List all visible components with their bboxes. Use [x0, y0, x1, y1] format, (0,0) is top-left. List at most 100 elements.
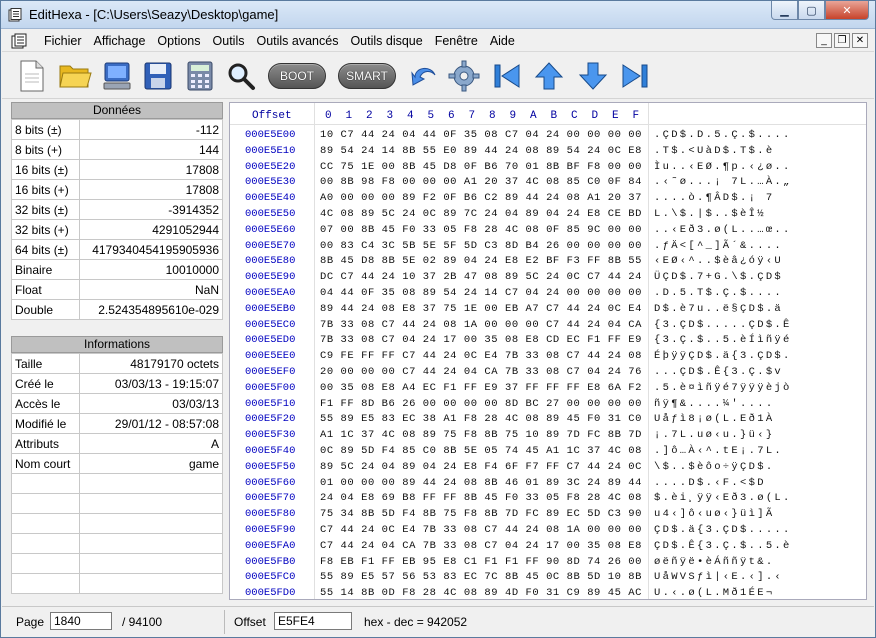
menu-fichier[interactable]: Fichier: [38, 34, 88, 48]
hex-row[interactable]: 000E5E60 07 00 8B 45 F0 33 05 F8 28 4C 08…: [230, 223, 866, 239]
save-button[interactable]: [142, 58, 174, 94]
menu-outils-avances[interactable]: Outils avancés: [250, 34, 344, 48]
row-bytes[interactable]: 24 04 E8 69 B8 FF FF 8B 45 F0 33 05 F8 2…: [320, 492, 642, 504]
row-ascii[interactable]: .‹˜ø...¡ 7L.…À.„: [654, 176, 792, 188]
row-bytes[interactable]: 55 89 E5 57 56 53 83 EC 7C 8B 45 0C 8B 5…: [320, 571, 642, 583]
row-bytes[interactable]: F1 FF 8D B6 26 00 00 00 00 8D BC 27 00 0…: [320, 398, 642, 410]
row-ascii[interactable]: {3.Ç.$..5.èÍìñÿé: [654, 334, 792, 346]
row-bytes[interactable]: 7B 33 08 C7 04 24 17 00 35 08 E8 CD EC F…: [320, 334, 642, 346]
settings-button[interactable]: [446, 58, 482, 94]
row-bytes[interactable]: A1 1C 37 4C 08 89 75 F8 8B 75 10 89 7D F…: [320, 429, 642, 441]
first-page-button[interactable]: [490, 58, 524, 94]
mdi-minimize-button[interactable]: _: [816, 33, 832, 48]
hex-row[interactable]: 000E5F80 75 34 8B 5D F4 8B 75 F8 8B 7D FC…: [230, 507, 866, 523]
hex-row[interactable]: 000E5EB0 89 44 24 08 E8 37 75 1E 00 EB A7…: [230, 302, 866, 318]
row-ascii[interactable]: D$.è7u..ë§ÇD$.ä: [654, 303, 783, 315]
menu-options[interactable]: Options: [151, 34, 206, 48]
row-bytes[interactable]: 00 8B 98 F8 00 00 00 A1 20 37 4C 08 85 C…: [320, 176, 642, 188]
row-bytes[interactable]: 7B 33 08 C7 44 24 08 1A 00 00 00 C7 44 2…: [320, 319, 642, 331]
hex-row[interactable]: 000E5E20 CC 75 1E 00 8B 45 D8 0F B6 70 01…: [230, 160, 866, 176]
hex-row[interactable]: 000E5FD0 55 14 8B 0D F8 28 4C 08 89 4D F0…: [230, 586, 866, 599]
row-ascii[interactable]: U.‹.ø(L.Mð1ÉE¬: [654, 587, 774, 599]
row-ascii[interactable]: UåWVSƒì|‹E.‹].‹: [654, 571, 783, 583]
row-ascii[interactable]: ÇD$.Ê{3.Ç.$..5.è: [654, 540, 792, 552]
menu-affichage[interactable]: Affichage: [88, 34, 152, 48]
undo-button[interactable]: [406, 58, 442, 94]
row-ascii[interactable]: ‹EØ‹^..$èâ¿óÿ‹U: [654, 255, 783, 267]
row-bytes[interactable]: 10 C7 44 24 04 44 0F 35 08 C7 04 24 00 0…: [320, 129, 642, 141]
mdi-close-button[interactable]: ✕: [852, 33, 868, 48]
disk-button[interactable]: [100, 58, 134, 94]
row-bytes[interactable]: 0C 89 5D F4 85 C0 8B 5E 05 74 45 A1 1C 3…: [320, 445, 642, 457]
hex-row[interactable]: 000E5FB0 F8 EB F1 FF EB 95 E8 C1 F1 F1 FF…: [230, 555, 866, 571]
hex-row[interactable]: 000E5E50 4C 08 89 5C 24 0C 89 7C 24 04 89…: [230, 207, 866, 223]
hex-row[interactable]: 000E5F60 01 00 00 00 89 44 24 08 8B 46 01…: [230, 476, 866, 492]
menu-outils[interactable]: Outils: [207, 34, 251, 48]
row-bytes[interactable]: 00 83 C4 3C 5B 5E 5F 5D C3 8D B4 26 00 0…: [320, 240, 642, 252]
new-file-button[interactable]: [16, 58, 48, 94]
row-bytes[interactable]: 89 44 24 08 E8 37 75 1E 00 EB A7 C7 44 2…: [320, 303, 642, 315]
hex-row[interactable]: 000E5F50 89 5C 24 04 89 04 24 E8 F4 6F F7…: [230, 460, 866, 476]
row-ascii[interactable]: Ìu..‹EØ.¶p.‹¿ø..: [654, 161, 792, 173]
row-ascii[interactable]: ....ò.¶ÂD$.¡ 7: [654, 192, 774, 204]
row-ascii[interactable]: ÇD$.ä{3.ÇD$.....: [654, 524, 792, 536]
mdi-restore-button[interactable]: ❐: [834, 33, 850, 48]
row-ascii[interactable]: .ƒÄ<[^_]Ã´&....: [654, 240, 783, 252]
page-input[interactable]: [50, 612, 112, 630]
row-ascii[interactable]: \$..$èôo÷ÿÇD$.: [654, 461, 774, 473]
calculator-button[interactable]: [184, 58, 216, 94]
row-ascii[interactable]: .D.5.T$.Ç.$....: [654, 287, 783, 299]
hex-row[interactable]: 000E5F90 C7 44 24 0C E4 7B 33 08 C7 44 24…: [230, 523, 866, 539]
row-bytes[interactable]: DC C7 44 24 10 37 2B 47 08 89 5C 24 0C C…: [320, 271, 642, 283]
row-bytes[interactable]: 75 34 8B 5D F4 8B 75 F8 8B 7D FC 89 EC 5…: [320, 508, 642, 520]
row-ascii[interactable]: ÜÇD$.7+G.\$.ÇD$: [654, 271, 783, 283]
menu-fenetre[interactable]: Fenêtre: [429, 34, 484, 48]
hex-row[interactable]: 000E5EA0 04 44 0F 35 08 89 54 24 14 C7 04…: [230, 286, 866, 302]
last-page-button[interactable]: [618, 58, 652, 94]
menu-outils-disque[interactable]: Outils disque: [344, 34, 428, 48]
row-bytes[interactable]: 4C 08 89 5C 24 0C 89 7C 24 04 89 04 24 E…: [320, 208, 642, 220]
row-ascii[interactable]: $.èi¸ÿÿ‹Eð3.ø(L.: [654, 492, 792, 504]
hex-row[interactable]: 000E5E70 00 83 C4 3C 5B 5E 5F 5D C3 8D B4…: [230, 239, 866, 255]
row-bytes[interactable]: 20 00 00 00 C7 44 24 04 CA 7B 33 08 C7 0…: [320, 366, 642, 378]
hex-row[interactable]: 000E5E90 DC C7 44 24 10 37 2B 47 08 89 5C…: [230, 270, 866, 286]
row-ascii[interactable]: ..‹Eð3.ø(L..…œ..: [654, 224, 792, 236]
hex-row[interactable]: 000E5E40 A0 00 00 00 89 F2 0F B6 C2 89 44…: [230, 191, 866, 207]
row-ascii[interactable]: ÉþÿÿÇD$.ä{3.ÇD$.: [654, 350, 792, 362]
row-ascii[interactable]: ...ÇD$.Ê{3.Ç.$v: [654, 366, 783, 378]
smart-button[interactable]: SMART: [338, 63, 396, 89]
row-ascii[interactable]: .5.è¤ìñÿé7ÿÿÿèjò: [654, 382, 792, 394]
row-bytes[interactable]: 01 00 00 00 89 44 24 08 8B 46 01 89 3C 2…: [320, 477, 642, 489]
row-bytes[interactable]: A0 00 00 00 89 F2 0F B6 C2 89 44 24 08 A…: [320, 192, 642, 204]
row-bytes[interactable]: 00 35 08 E8 A4 EC F1 FF E9 37 FF FF FF E…: [320, 382, 642, 394]
hex-rows[interactable]: 000E5E00 10 C7 44 24 04 44 0F 35 08 C7 04…: [230, 128, 866, 599]
hex-row[interactable]: 000E5ED0 7B 33 08 C7 04 24 17 00 35 08 E8…: [230, 333, 866, 349]
row-bytes[interactable]: F8 EB F1 FF EB 95 E8 C1 F1 F1 FF 90 8D 7…: [320, 556, 642, 568]
hex-row[interactable]: 000E5F30 A1 1C 37 4C 08 89 75 F8 8B 75 10…: [230, 428, 866, 444]
row-bytes[interactable]: C7 44 24 0C E4 7B 33 08 C7 44 24 08 1A 0…: [320, 524, 642, 536]
row-bytes[interactable]: 07 00 8B 45 F0 33 05 F8 28 4C 08 0F 85 9…: [320, 224, 642, 236]
open-folder-button[interactable]: [56, 58, 94, 94]
row-bytes[interactable]: 89 5C 24 04 89 04 24 E8 F4 6F F7 FF C7 4…: [320, 461, 642, 473]
row-bytes[interactable]: 04 44 0F 35 08 89 54 24 14 C7 04 24 00 0…: [320, 287, 642, 299]
hex-row[interactable]: 000E5F70 24 04 E8 69 B8 FF FF 8B 45 F0 33…: [230, 491, 866, 507]
offset-input[interactable]: [274, 612, 352, 630]
row-ascii[interactable]: u4‹]ô‹uø‹}üì]Ã: [654, 508, 774, 520]
previous-page-button[interactable]: [532, 58, 566, 94]
search-button[interactable]: [224, 58, 258, 94]
minimize-button[interactable]: ▁: [771, 1, 798, 20]
title-bar[interactable]: EditHexa - [C:\Users\Seazy\Desktop\game]…: [1, 1, 875, 29]
hex-row[interactable]: 000E5E80 8B 45 D8 8B 5E 02 89 04 24 E8 E2…: [230, 254, 866, 270]
document-icon[interactable]: [11, 33, 27, 49]
hex-row[interactable]: 000E5F00 00 35 08 E8 A4 EC F1 FF E9 37 FF…: [230, 381, 866, 397]
row-ascii[interactable]: Uåƒì8¡ø(L.Eð1À: [654, 413, 774, 425]
row-ascii[interactable]: øëñÿë•èÁññÿt&.: [654, 556, 774, 568]
hex-view[interactable]: Offset 0 12 34 56 78 9A BC DE F 000E5E00 10 C7 44…: [229, 102, 867, 600]
hex-row[interactable]: 000E5E00 10 C7 44 24 04 44 0F 35 08 C7 04…: [230, 128, 866, 144]
row-ascii[interactable]: L.\$.|$..$èÎ½: [654, 208, 766, 220]
row-ascii[interactable]: ñÿ¶&....¼'....: [654, 398, 774, 410]
row-bytes[interactable]: 55 14 8B 0D F8 28 4C 08 89 4D F0 31 C9 8…: [320, 587, 642, 599]
row-ascii[interactable]: .]ô…À‹^.tE¡.7L.: [654, 445, 783, 457]
row-bytes[interactable]: 55 89 E5 83 EC 38 A1 F8 28 4C 08 89 45 F…: [320, 413, 642, 425]
hex-row[interactable]: 000E5EF0 20 00 00 00 C7 44 24 04 CA 7B 33…: [230, 365, 866, 381]
